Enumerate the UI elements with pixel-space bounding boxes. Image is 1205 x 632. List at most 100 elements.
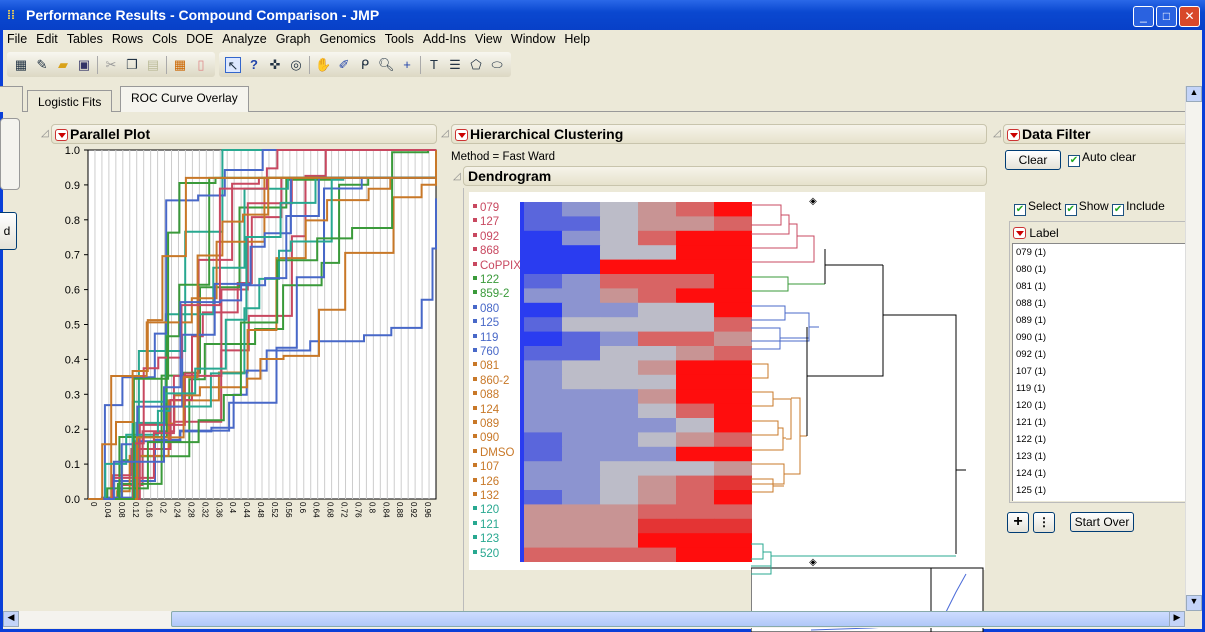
label-list-item[interactable]: 107 (1) xyxy=(1016,366,1188,383)
label-list-item[interactable]: 079 (1) xyxy=(1016,247,1188,264)
horizontal-scrollbar[interactable]: ◀ ▶ xyxy=(3,611,1185,628)
select-checkbox[interactable]: ✔ Select xyxy=(1014,199,1061,216)
label-list-item[interactable]: 121 (1) xyxy=(1016,417,1188,434)
help-tool-icon[interactable]: ? xyxy=(246,57,262,73)
tab-roc-curve-overlay[interactable]: ROC Curve Overlay xyxy=(120,86,249,112)
checkbox-checked-icon[interactable]: ✔ xyxy=(1068,155,1080,167)
menu-view[interactable]: View xyxy=(475,32,502,50)
tab-hidden[interactable] xyxy=(0,86,23,112)
horizontal-scroll-thumb[interactable] xyxy=(171,611,1181,627)
row-label[interactable]: 122 xyxy=(473,274,499,286)
polygon-tool-icon[interactable]: ⬠ xyxy=(468,57,484,73)
ellipse-tool-icon[interactable]: ⬭ xyxy=(489,57,505,73)
label-list-item[interactable]: 120 (1) xyxy=(1016,400,1188,417)
data-grid-icon[interactable]: ▦ xyxy=(172,57,188,73)
row-label[interactable]: 081 xyxy=(473,360,499,372)
paste-icon[interactable]: ▤ xyxy=(145,57,161,73)
red-triangle-menu-icon[interactable] xyxy=(455,129,468,141)
row-label[interactable]: 123 xyxy=(473,533,499,545)
label-list-item[interactable]: 081 (1) xyxy=(1016,281,1188,298)
label-column-header[interactable]: Label xyxy=(1013,225,1059,240)
checkbox-checked-icon[interactable]: ✔ xyxy=(1112,204,1125,216)
add-filter-button[interactable]: + xyxy=(1007,512,1029,533)
label-list-item[interactable]: 123 (1) xyxy=(1016,451,1188,468)
crosshair-icon[interactable]: + xyxy=(399,57,415,73)
side-button[interactable]: d xyxy=(0,212,17,250)
save-icon[interactable]: ▣ xyxy=(76,57,92,73)
hierarchical-clustering-header[interactable]: Hierarchical Clustering xyxy=(451,124,987,144)
row-label[interactable]: 080 xyxy=(473,303,499,315)
menu-tools[interactable]: Tools xyxy=(385,32,414,50)
selection-tool-icon[interactable]: ✜ xyxy=(267,57,283,73)
magnifier-icon[interactable]: 🔍︎ xyxy=(378,57,395,73)
row-label[interactable]: 120 xyxy=(473,504,499,516)
row-label[interactable]: 089 xyxy=(473,418,499,430)
row-label[interactable]: 092 xyxy=(473,231,499,243)
disclosure-icon[interactable]: ◿ xyxy=(41,128,49,139)
row-label[interactable]: DMSO xyxy=(473,447,515,459)
brush-tool-icon[interactable]: ✐ xyxy=(336,57,352,73)
dendrogram-header[interactable]: Dendrogram xyxy=(463,166,987,186)
row-label[interactable]: 520 xyxy=(473,548,499,560)
parallel-plot-header[interactable]: Parallel Plot xyxy=(51,124,437,144)
menu-window[interactable]: Window xyxy=(511,32,555,50)
hand-tool-icon[interactable]: ✋ xyxy=(315,57,331,73)
include-checkbox[interactable]: ✔ Include xyxy=(1112,199,1165,216)
row-label[interactable]: 124 xyxy=(473,404,499,416)
row-label[interactable]: 860-2 xyxy=(473,375,509,387)
menu-cols[interactable]: Cols xyxy=(152,32,177,50)
minimize-button[interactable]: _ xyxy=(1133,6,1154,27)
label-list-item[interactable]: 122 (1) xyxy=(1016,434,1188,451)
row-label[interactable]: 127 xyxy=(473,216,499,228)
row-label[interactable]: 132 xyxy=(473,490,499,502)
menu-genomics[interactable]: Genomics xyxy=(319,32,375,50)
row-label[interactable]: 079 xyxy=(473,202,499,214)
lasso-tool-icon[interactable]: ᑭ xyxy=(357,57,373,73)
row-label[interactable]: 125 xyxy=(473,317,499,329)
cut-icon[interactable]: ✂ xyxy=(103,57,119,73)
row-label[interactable]: CoPPIX xyxy=(473,260,521,272)
close-button[interactable]: ✕ xyxy=(1179,6,1200,27)
maximize-button[interactable]: □ xyxy=(1156,6,1177,27)
row-label[interactable]: 107 xyxy=(473,461,499,473)
or-filter-button[interactable]: ⋮ xyxy=(1033,512,1055,533)
row-label[interactable]: 119 xyxy=(473,332,498,344)
row-label[interactable]: 868 xyxy=(473,245,499,257)
label-list-item[interactable]: 124 (1) xyxy=(1016,468,1188,485)
start-over-button[interactable]: Start Over xyxy=(1070,512,1134,532)
arrow-tool-icon[interactable]: ↖ xyxy=(225,56,241,73)
data-filter-header[interactable]: Data Filter xyxy=(1003,124,1193,144)
row-label[interactable]: 088 xyxy=(473,389,499,401)
tab-logistic-fits[interactable]: Logistic Fits xyxy=(27,90,113,112)
label-list-item[interactable]: 125 (1) xyxy=(1016,485,1188,501)
line-tool-icon[interactable]: ☰ xyxy=(447,57,463,73)
red-triangle-menu-icon[interactable] xyxy=(1013,227,1026,239)
label-list-item[interactable]: 080 (1) xyxy=(1016,264,1188,281)
copy-icon[interactable]: ❐ xyxy=(124,57,140,73)
label-list-item[interactable]: 088 (1) xyxy=(1016,298,1188,315)
red-triangle-menu-icon[interactable] xyxy=(1007,129,1020,141)
open-folder-icon[interactable]: ▰ xyxy=(55,57,71,73)
row-label[interactable]: 859-2 xyxy=(473,288,509,300)
row-label[interactable]: 090 xyxy=(473,432,499,444)
menu-file[interactable]: File xyxy=(7,32,27,50)
label-list-item[interactable]: 092 (1) xyxy=(1016,349,1188,366)
menu-add-ins[interactable]: Add-Ins xyxy=(423,32,466,50)
disclosure-icon[interactable]: ◿ xyxy=(441,128,449,139)
menu-edit[interactable]: Edit xyxy=(36,32,58,50)
menu-rows[interactable]: Rows xyxy=(112,32,143,50)
show-checkbox[interactable]: ✔ Show xyxy=(1064,199,1109,216)
menu-doe[interactable]: DOE xyxy=(186,32,213,50)
clear-button[interactable]: Clear xyxy=(1005,150,1061,170)
vertical-scrollbar[interactable]: ▲ ▼ xyxy=(1185,86,1202,611)
text-annotate-icon[interactable]: T xyxy=(426,57,442,73)
report-icon[interactable]: ▯ xyxy=(193,57,209,73)
menu-analyze[interactable]: Analyze xyxy=(222,32,266,50)
disclosure-icon[interactable]: ◿ xyxy=(993,128,1001,139)
label-list-item[interactable]: 089 (1) xyxy=(1016,315,1188,332)
row-label[interactable]: 760 xyxy=(473,346,499,358)
crosshair-target-icon[interactable]: ◎ xyxy=(288,57,304,73)
label-list-item[interactable]: 119 (1) xyxy=(1016,383,1188,400)
disclosure-icon[interactable]: ◿ xyxy=(453,171,461,182)
row-label[interactable]: 121 xyxy=(473,519,499,531)
